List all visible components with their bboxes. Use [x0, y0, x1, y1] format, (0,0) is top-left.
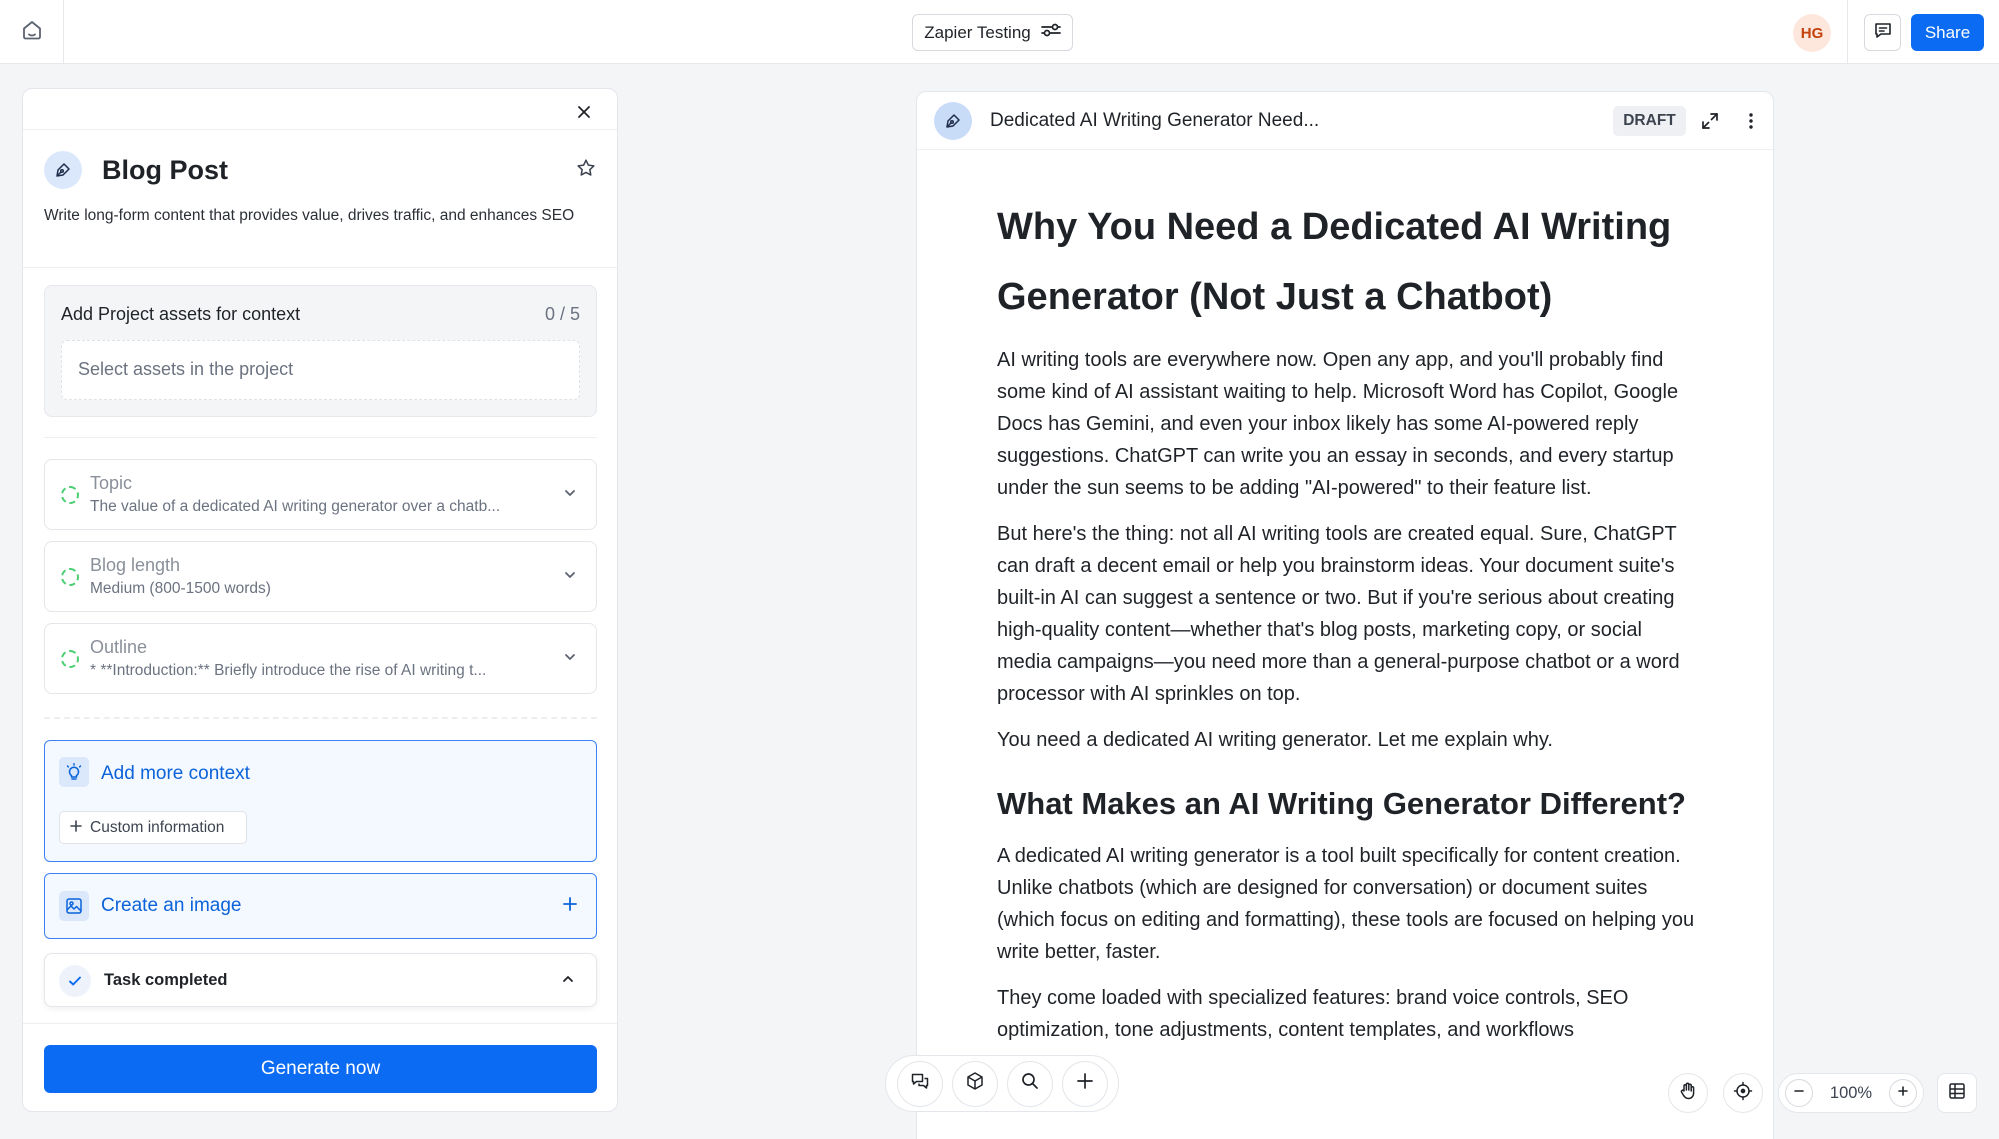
status-dot-icon [61, 486, 79, 504]
create-image-button[interactable]: Create an image [44, 873, 597, 939]
dashed-divider [44, 717, 597, 719]
document-header: Dedicated AI Writing Generator Need... D… [917, 92, 1773, 150]
document-paragraph: They come loaded with specialized featur… [997, 987, 1629, 1041]
search-icon [1020, 1071, 1040, 1096]
top-bar: Zapier Testing HG Share [0, 0, 1999, 64]
check-icon [59, 965, 91, 997]
custom-information-button[interactable]: Custom information [59, 811, 247, 844]
plus-icon [70, 819, 82, 837]
grid-view-button[interactable] [1937, 1073, 1977, 1113]
project-assets-section: Add Project assets for context 0 / 5 Sel… [44, 285, 597, 417]
hand-icon [1678, 1081, 1698, 1106]
star-icon [575, 159, 597, 183]
chat-button[interactable] [896, 1060, 943, 1107]
comments-button[interactable] [1864, 14, 1901, 51]
add-button[interactable] [1061, 1060, 1108, 1107]
custom-information-label: Custom information [90, 818, 225, 836]
search-button[interactable] [1006, 1060, 1053, 1107]
zoom-out-button[interactable] [1785, 1079, 1813, 1107]
chevron-down-icon [562, 649, 578, 670]
field-label: Outline [90, 637, 148, 657]
chevron-down-icon [562, 485, 578, 506]
plus-icon [1076, 1072, 1094, 1095]
panel-title: Blog Post [102, 155, 228, 185]
panel-description: Write long-form content that provides va… [44, 207, 575, 224]
document-paragraph: AI writing tools are everywhere now. Ope… [997, 349, 1679, 499]
task-status-bar[interactable]: Task completed [44, 953, 597, 1007]
canvas-toolbar [885, 1055, 1119, 1112]
select-assets-input[interactable]: Select assets in the project [61, 340, 580, 400]
home-button[interactable] [0, 0, 64, 64]
table-grid-icon [1947, 1081, 1967, 1106]
field-value: Medium (800-1500 words) [90, 580, 271, 597]
field-label: Blog length [90, 555, 181, 575]
project-name: Zapier Testing [924, 22, 1031, 42]
project-switcher[interactable]: Zapier Testing [912, 14, 1073, 51]
status-dot-icon [61, 650, 79, 668]
user-avatar[interactable]: HG [1793, 14, 1831, 52]
panel-divider [23, 267, 617, 268]
plus-icon [1897, 1084, 1909, 1102]
chevron-up-icon [560, 971, 576, 992]
recenter-button[interactable] [1723, 1073, 1763, 1113]
crosshair-icon [1733, 1081, 1753, 1106]
cube-icon [965, 1071, 985, 1096]
pan-tool-button[interactable] [1668, 1073, 1708, 1113]
document-body[interactable]: Why You Need a Dedicated AI Writing Gene… [997, 192, 1697, 1060]
expand-icon[interactable] [1700, 111, 1720, 136]
create-image-label: Create an image [101, 895, 242, 916]
document-title[interactable]: Dedicated AI Writing Generator Need... [990, 110, 1319, 132]
assets-label: Add Project assets for context [61, 304, 301, 324]
field-label: Topic [90, 473, 133, 493]
add-context-title: Add more context [101, 763, 250, 784]
generate-now-button[interactable]: Generate now [44, 1045, 597, 1093]
topic-field[interactable]: Topic The value of a dedicated AI writin… [44, 459, 597, 530]
document-heading: Why You Need a Dedicated AI Writing Gene… [997, 206, 1672, 318]
topbar-divider [1847, 0, 1848, 64]
outline-field[interactable]: Outline * **Introduction:** Briefly intr… [44, 623, 597, 694]
status-dot-icon [61, 568, 79, 586]
document-card: Dedicated AI Writing Generator Need... D… [916, 91, 1774, 1139]
task-status-label: Task completed [104, 971, 228, 989]
document-paragraph: But here's the thing: not all AI writing… [997, 523, 1680, 705]
status-badge: DRAFT [1613, 106, 1686, 136]
pen-nib-icon [934, 102, 972, 140]
panel-divider [44, 437, 597, 438]
panel-divider [23, 1023, 617, 1024]
home-icon [20, 18, 44, 47]
favorite-button[interactable] [575, 157, 597, 184]
blog-post-panel: Blog Post Write long-form content that p… [22, 88, 618, 1112]
document-paragraph: You need a dedicated AI writing generato… [997, 729, 1553, 751]
lightbulb-icon [59, 757, 89, 787]
share-button[interactable]: Share [1911, 14, 1984, 51]
chevron-down-icon [562, 567, 578, 588]
minus-icon [1793, 1084, 1805, 1102]
assets-count: 0 / 5 [544, 304, 580, 324]
zoom-level: 100% [1829, 1083, 1873, 1102]
blog-length-field[interactable]: Blog length Medium (800-1500 words) [44, 541, 597, 612]
close-panel-button[interactable] [571, 101, 597, 127]
zoom-controls: 100% [1778, 1073, 1924, 1113]
pen-nib-icon [44, 151, 82, 189]
document-subheading: What Makes an AI Writing Generator Diffe… [997, 786, 1686, 821]
panel-divider [23, 129, 617, 130]
sliders-icon [1040, 22, 1061, 43]
image-icon [59, 891, 89, 921]
zoom-in-button[interactable] [1888, 1079, 1917, 1107]
comment-icon [1873, 20, 1893, 45]
add-context-section: Add more context Custom information [44, 740, 597, 862]
field-value: The value of a dedicated AI writing gene… [90, 498, 501, 515]
plus-icon [562, 896, 578, 917]
close-icon [577, 105, 591, 124]
document-paragraph: A dedicated AI writing generator is a to… [997, 845, 1695, 963]
field-value: * **Introduction:** Briefly introduce th… [90, 662, 487, 679]
chat-bubbles-icon [910, 1071, 930, 1096]
more-options-icon[interactable] [1741, 111, 1761, 136]
assets-button[interactable] [951, 1060, 998, 1107]
